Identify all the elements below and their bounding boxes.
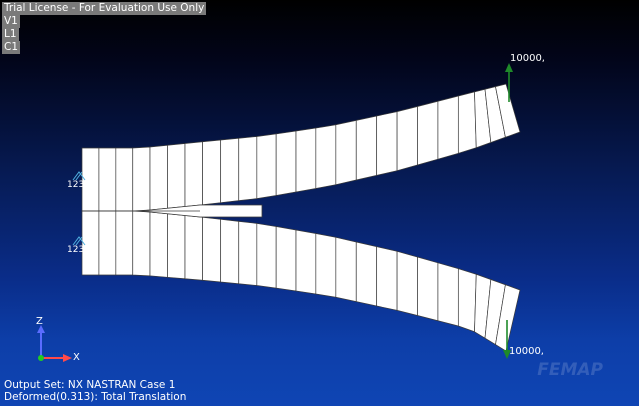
mesh-element[interactable] (115, 210, 134, 276)
mesh-element[interactable] (220, 137, 240, 204)
mesh-element[interactable] (202, 139, 222, 206)
mesh-element[interactable] (335, 119, 357, 186)
mesh-element[interactable] (167, 143, 186, 209)
mesh-element[interactable] (417, 256, 439, 322)
mesh-element[interactable] (295, 229, 317, 295)
graphics-viewport[interactable]: Trial License - For Evaluation Use Only … (0, 0, 639, 406)
mesh-element[interactable] (275, 226, 297, 292)
mesh-element[interactable] (149, 211, 168, 278)
mesh-element[interactable] (238, 136, 258, 202)
mesh-element[interactable] (256, 133, 277, 199)
mesh-element[interactable] (98, 210, 117, 276)
triad-x-label: X (73, 352, 80, 363)
mesh-element[interactable] (376, 111, 398, 176)
mesh-element[interactable] (396, 250, 418, 316)
force-label-bottom: 10000, (509, 346, 544, 357)
constraint-bottom-label: 123 (67, 245, 85, 255)
mesh-element[interactable] (437, 262, 459, 327)
force-label-top: 10000, (510, 53, 545, 64)
constraint-top-label: 123 (67, 180, 85, 190)
mesh-element[interactable] (376, 246, 398, 311)
mesh-element[interactable] (295, 127, 317, 193)
mesh-element[interactable] (132, 210, 151, 277)
mesh-element[interactable] (81, 210, 100, 276)
mesh-element[interactable] (355, 115, 378, 181)
mesh-element[interactable] (184, 141, 203, 207)
upper-beam-mesh[interactable] (81, 83, 521, 212)
mesh-element[interactable] (355, 241, 378, 307)
mesh-element[interactable] (98, 147, 117, 212)
mesh-element[interactable] (115, 147, 134, 212)
lower-beam-mesh[interactable] (81, 210, 521, 352)
femap-watermark-logo: FEMAP (537, 360, 603, 380)
mesh-element[interactable] (315, 124, 337, 189)
mesh-element[interactable] (437, 95, 459, 160)
mesh-element[interactable] (315, 233, 337, 298)
mesh-element[interactable] (396, 106, 418, 172)
mesh-element[interactable] (184, 215, 203, 281)
mesh-element[interactable] (457, 268, 477, 333)
mesh-element[interactable] (202, 216, 222, 283)
status-overlay: Output Set: NX NASTRAN Case 1 Deformed(0… (4, 379, 186, 403)
triad-z-label: Z (36, 316, 43, 327)
mesh-element[interactable] (335, 236, 357, 303)
mesh-element[interactable] (417, 100, 439, 166)
mesh-element[interactable] (238, 220, 258, 286)
output-set-label: Output Set: NX NASTRAN Case 1 (4, 379, 176, 391)
mesh-element[interactable] (256, 223, 277, 289)
mesh-element[interactable] (132, 146, 151, 212)
mesh-element[interactable] (457, 91, 477, 154)
axis-triad (37, 325, 72, 362)
mesh-element[interactable] (149, 144, 168, 211)
mesh-element[interactable] (167, 213, 186, 280)
mesh-element[interactable] (275, 130, 297, 196)
mesh-element[interactable] (220, 218, 240, 285)
deformed-label: Deformed(0.313): Total Translation (4, 391, 187, 403)
